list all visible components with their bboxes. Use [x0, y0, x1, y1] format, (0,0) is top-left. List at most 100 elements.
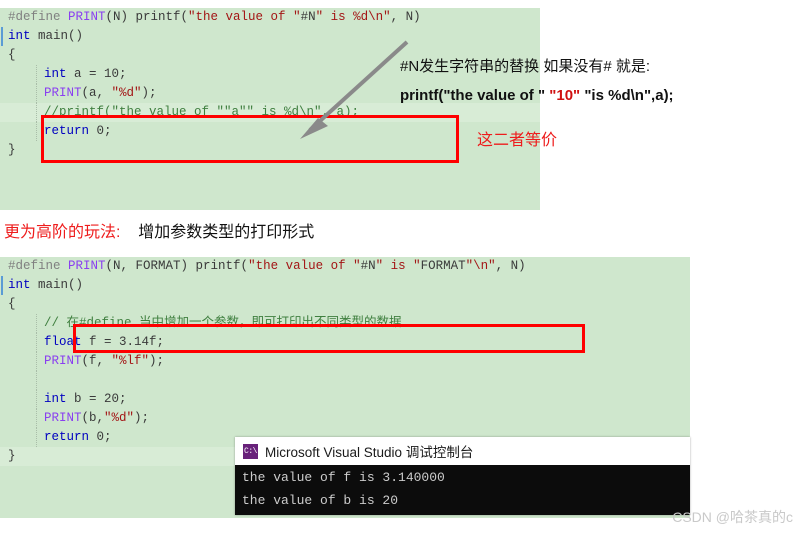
indent-guide — [36, 409, 38, 428]
code-token: (b, — [81, 411, 105, 425]
annotation-printf-suffix: "is %d\n",a); — [580, 87, 674, 104]
indent-guide — [36, 65, 38, 84]
code-token: PRINT — [44, 354, 82, 368]
code-token: "%d" — [104, 411, 135, 425]
code-token: ; — [104, 430, 112, 444]
code-token: PRINT — [44, 411, 82, 425]
code-token: (f, — [81, 354, 112, 368]
code-token: int — [8, 278, 39, 292]
code-token: //printf("the value of ""a"" is %d\n", a… — [44, 105, 360, 119]
code-line[interactable]: } — [0, 141, 540, 160]
code-token: { — [8, 297, 16, 311]
code-line[interactable]: int b = 20; — [0, 390, 690, 409]
code-token: return — [44, 124, 97, 138]
code-line[interactable]: PRINT(b,"%d"); — [0, 409, 690, 428]
code-token: #N — [300, 10, 316, 24]
annotation-expanded-printf: printf("the value of " "10" "is %d\n",a)… — [400, 87, 674, 104]
csdn-watermark: CSDN @哈茶真的c — [672, 509, 793, 525]
indent-guide — [36, 84, 38, 103]
code-token: #N — [360, 259, 376, 273]
code-token: } — [8, 143, 16, 157]
code-token: "\n" — [465, 259, 496, 273]
code-token: ; — [119, 67, 127, 81]
editor-change-bar — [1, 27, 3, 46]
code-token: ); — [149, 354, 165, 368]
console-window[interactable]: C:\ Microsoft Visual Studio 调试控制台 the va… — [235, 437, 690, 515]
code-token: ); — [134, 411, 150, 425]
code-token: , N) — [495, 259, 526, 273]
code-token: int — [44, 67, 75, 81]
code-token: ; — [104, 124, 112, 138]
code-token: FORMAT — [420, 259, 466, 273]
indent-guide — [36, 122, 38, 141]
console-output-line: the value of b is 20 — [242, 493, 399, 508]
code-line[interactable]: int main() — [0, 27, 540, 46]
console-title: Microsoft Visual Studio 调试控制台 — [265, 445, 474, 460]
code-token: , N) — [390, 10, 421, 24]
code-token: ); — [141, 86, 157, 100]
code-token: a = — [74, 67, 105, 81]
console-app-icon: C:\ — [243, 443, 258, 459]
annotation-equivalence-note: 这二者等价 — [477, 132, 558, 149]
code-token: 0 — [96, 124, 105, 138]
code-token: "%d" — [111, 86, 142, 100]
annotation-printf-prefix: printf("the value of " — [400, 87, 550, 104]
code-token: "the value of " — [248, 259, 361, 273]
indent-guide — [36, 333, 38, 352]
code-token: f = — [89, 335, 120, 349]
code-line[interactable]: PRINT(f, "%lf"); — [0, 352, 690, 371]
code-token: (N) printf( — [105, 10, 189, 24]
code-token: } — [8, 449, 16, 463]
code-token: 10 — [104, 67, 120, 81]
code-token: 0 — [96, 430, 105, 444]
indent-guide — [36, 390, 38, 409]
code-token: int — [8, 29, 39, 43]
code-token: #define — [8, 10, 69, 24]
code-token: PRINT — [44, 86, 82, 100]
code-token: main() — [38, 278, 84, 292]
editor-change-bar — [1, 276, 3, 295]
code-token: PRINT — [68, 259, 106, 273]
code-token: // 在#define 当中增加一个参数，即可打印出不同类型的数据 — [44, 316, 402, 330]
code-token: 20 — [104, 392, 120, 406]
indent-guide — [36, 314, 38, 333]
code-line[interactable]: int main() — [0, 276, 690, 295]
code-token: ; — [156, 335, 165, 349]
indent-guide — [36, 352, 38, 371]
section-heading: 更为高阶的玩法: 增加参数类型的打印形式 — [4, 218, 314, 242]
code-line[interactable] — [0, 371, 690, 390]
console-titlebar[interactable]: C:\ Microsoft Visual Studio 调试控制台 — [235, 437, 690, 465]
code-token: b = — [74, 392, 105, 406]
code-token: int — [44, 392, 75, 406]
code-token: "the value of " — [188, 10, 301, 24]
annotation-printf-value: "10" — [549, 87, 581, 104]
indent-guide — [36, 428, 38, 447]
code-token: "%lf" — [111, 354, 150, 368]
code-token: (a, — [81, 86, 112, 100]
code-line[interactable]: float f = 3.14f; — [0, 333, 690, 352]
console-output-line: the value of f is 3.140000 — [242, 470, 445, 485]
code-token: #define — [8, 259, 69, 273]
code-token: ; — [119, 392, 127, 406]
code-line[interactable]: // 在#define 当中增加一个参数，即可打印出不同类型的数据 — [0, 314, 690, 333]
code-token: float — [44, 335, 90, 349]
code-token: main() — [38, 29, 84, 43]
code-token: (N, FORMAT) printf( — [105, 259, 249, 273]
section-heading-subtitle: 增加参数类型的打印形式 — [138, 224, 315, 241]
section-heading-black — [120, 224, 138, 241]
code-token: " is " — [375, 259, 421, 273]
section-heading-red: 更为高阶的玩法: — [4, 224, 121, 241]
console-output: the value of f is 3.140000 the value of b… — [235, 465, 690, 515]
indent-guide — [36, 103, 38, 122]
code-line[interactable]: { — [0, 295, 690, 314]
code-token: return — [44, 430, 97, 444]
code-token: { — [8, 48, 16, 62]
indent-guide — [36, 371, 38, 390]
code-token: 3.14f — [119, 335, 157, 349]
code-line[interactable]: #define PRINT(N) printf("the value of "#… — [0, 8, 540, 27]
code-line[interactable]: #define PRINT(N, FORMAT) printf("the val… — [0, 257, 690, 276]
code-token: " is %d\n" — [315, 10, 391, 24]
code-line[interactable]: //printf("the value of ""a"" is %d\n", a… — [0, 103, 540, 122]
code-block-stringify-example[interactable]: #define PRINT (N) printf("the value of "#… — [0, 8, 540, 210]
code-line[interactable]: return 0; — [0, 122, 540, 141]
